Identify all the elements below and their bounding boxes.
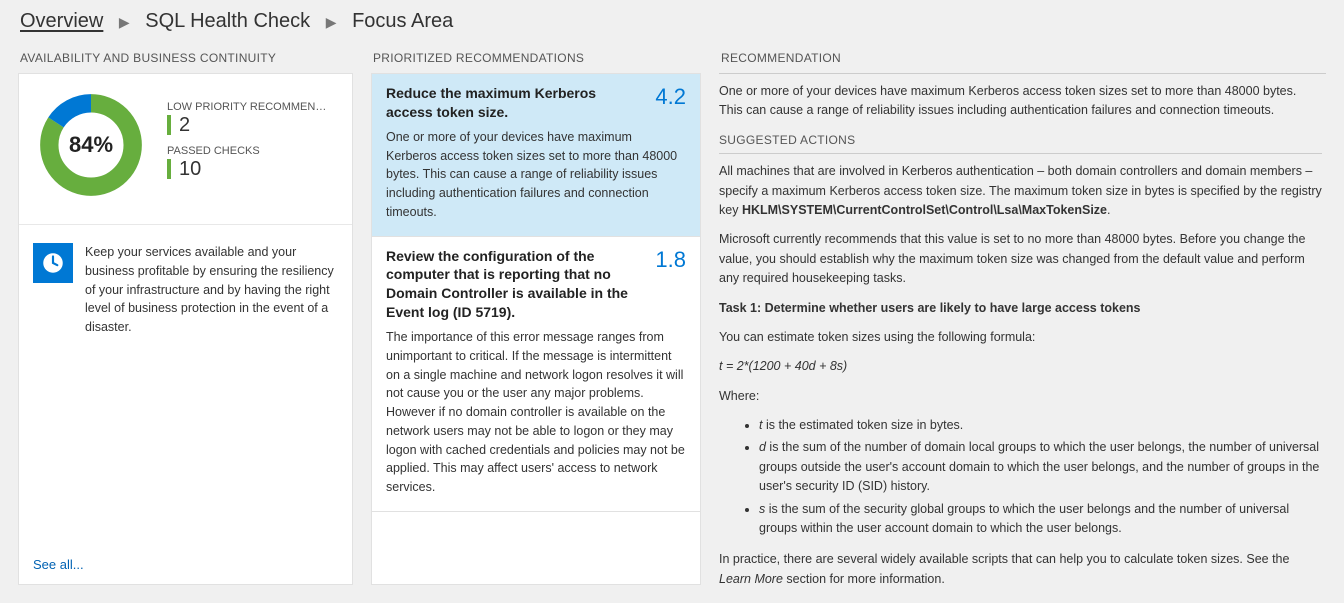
task1-p1: You can estimate token sizes using the f… — [719, 328, 1322, 347]
suggested-actions-heading: SUGGESTED ACTIONS — [719, 131, 1322, 150]
recommendation-item-title: Reduce the maximum Kerberos access token… — [386, 84, 642, 122]
availability-title: AVAILABILITY AND BUSINESS CONTINUITY — [18, 47, 353, 73]
suggested-para2: Microsoft currently recommends that this… — [719, 230, 1322, 288]
recommendation-item-body: One or more of your devices have maximum… — [386, 128, 686, 222]
clock-icon — [33, 243, 73, 283]
prioritized-title: PRIORITIZED RECOMMENDATIONS — [371, 47, 701, 73]
recommendation-list: Reduce the maximum Kerberos access token… — [371, 73, 701, 585]
recommendation-item-score: 1.8 — [652, 247, 686, 273]
breadcrumb: Overview ▶ SQL Health Check ▶ Focus Area — [0, 0, 1344, 47]
recommendation-detail-body: One or more of your devices have maximum… — [719, 73, 1326, 585]
task1-where: Where: — [719, 387, 1322, 406]
recommendation-detail-title: RECOMMENDATION — [719, 47, 1326, 73]
recommendation-item-title: Review the configuration of the computer… — [386, 247, 642, 323]
recommendation-item[interactable]: Review the configuration of the computer… — [372, 237, 700, 512]
stat-low-priority-label: LOW PRIORITY RECOMMENDATIO... — [167, 101, 332, 113]
task1-bullet-list: t is the estimated token size in bytes. … — [719, 416, 1322, 538]
task1-p2: In practice, there are several widely av… — [719, 550, 1322, 585]
recommendation-item-body: The importance of this error message ran… — [386, 328, 686, 497]
task1-formula: t = 2*(1200 + 40d + 8s) — [719, 357, 1322, 376]
breadcrumb-sql-health[interactable]: SQL Health Check — [145, 10, 310, 32]
list-item: s is the sum of the security global grou… — [759, 500, 1322, 539]
recommendation-item-score: 4.2 — [652, 84, 686, 110]
task1-heading: Task 1: Determine whether users are like… — [719, 299, 1322, 318]
divider — [719, 153, 1322, 154]
recommendation-item[interactable]: Reduce the maximum Kerberos access token… — [372, 74, 700, 237]
availability-donut: 84% — [31, 90, 151, 200]
stat-passed-value: 10 — [167, 159, 332, 179]
stat-low-priority-value: 2 — [167, 115, 332, 135]
see-all-link[interactable]: See all... — [33, 557, 84, 572]
breadcrumb-focus-area[interactable]: Focus Area — [352, 10, 453, 32]
registry-key: HKLM\SYSTEM\CurrentControlSet\Control\Ls… — [742, 203, 1107, 217]
chevron-right-icon: ▶ — [326, 14, 337, 30]
chevron-right-icon: ▶ — [119, 14, 130, 30]
stat-passed-label: PASSED CHECKS — [167, 145, 332, 157]
list-item: t is the estimated token size in bytes. — [759, 416, 1322, 435]
availability-percent: 84% — [36, 90, 146, 200]
list-item: d is the sum of the number of domain loc… — [759, 438, 1322, 496]
availability-description: Keep your services available and your bu… — [85, 243, 338, 337]
availability-card: 84% LOW PRIORITY RECOMMENDATIO... 2 PASS… — [18, 73, 353, 585]
breadcrumb-overview[interactable]: Overview — [20, 10, 103, 32]
suggested-intro: All machines that are involved in Kerber… — [719, 162, 1322, 220]
detail-intro: One or more of your devices have maximum… — [719, 82, 1322, 121]
